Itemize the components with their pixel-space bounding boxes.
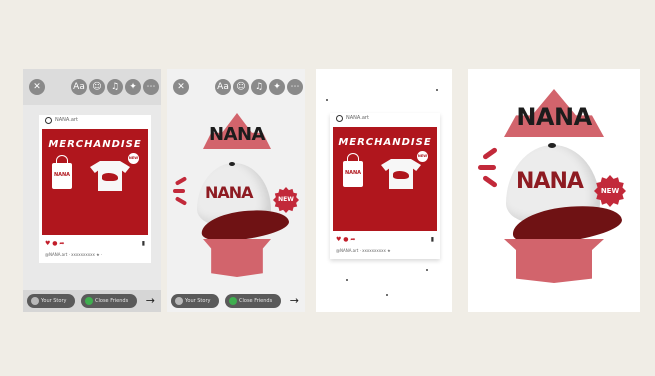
your-story-button[interactable]: Your Story <box>27 294 75 308</box>
story-editor-cap-panel: ✕ Aa ☺ ♫ ✦ ⋯ NANA NANA NEW Your Story Cl… <box>167 69 305 312</box>
more-icon[interactable]: ⋯ <box>287 79 303 95</box>
speck <box>436 89 438 91</box>
post-caption: @NANA.art · xxxxxxxxxx ★ <box>336 248 391 253</box>
post-header: NANA.art <box>39 115 151 127</box>
tshirt-image <box>90 161 130 191</box>
burst-mark <box>482 146 498 161</box>
avatar-icon <box>175 297 183 305</box>
nana-title: NANA <box>209 124 266 145</box>
burst-mark <box>173 189 185 193</box>
close-icon[interactable]: ✕ <box>29 79 45 95</box>
merch-image: MERCHANDISE NANA NEW <box>42 129 148 235</box>
more-icon[interactable]: ⋯ <box>143 79 159 95</box>
horse-print <box>102 173 118 181</box>
post-sticker[interactable]: NANA.art MERCHANDISE NANA NEW ♥ ● ➦ ▮ @N… <box>330 113 440 259</box>
music-icon[interactable]: ♫ <box>107 79 123 95</box>
effects-icon[interactable]: ✦ <box>125 79 141 95</box>
text-tool-icon[interactable]: Aa <box>215 79 231 95</box>
horse-print <box>393 171 409 179</box>
close-friends-button[interactable]: Close Friends <box>225 294 281 308</box>
burst-mark <box>482 174 498 189</box>
avatar-icon <box>31 297 39 305</box>
new-badge: NEW <box>417 151 428 162</box>
bookmark-icon[interactable]: ▮ <box>431 236 434 243</box>
burst-mark <box>478 165 496 170</box>
new-badge: NEW <box>273 187 299 213</box>
story-editor-post-panel: ✕ Aa ☺ ♫ ✦ ⋯ NANA.art MERCHANDISE NANA N… <box>23 69 161 312</box>
avatar <box>336 115 343 122</box>
your-story-label: Your Story <box>41 298 67 304</box>
speck <box>346 279 348 281</box>
post-layer-panel: NANA.art MERCHANDISE NANA NEW ♥ ● ➦ ▮ @N… <box>316 69 452 312</box>
tote-text: NANA <box>344 170 362 176</box>
merch-title: MERCHANDISE <box>338 137 432 148</box>
story-toolbar: ✕ Aa ☺ ♫ ✦ ⋯ <box>167 69 305 105</box>
merch-image: MERCHANDISE NANA NEW <box>333 127 437 231</box>
close-friends-label: Close Friends <box>239 298 273 304</box>
post-actions[interactable]: ♥ ● ➦ <box>336 236 355 243</box>
close-icon[interactable]: ✕ <box>173 79 189 95</box>
cap-button <box>229 162 235 166</box>
star-icon <box>229 297 237 305</box>
star-icon <box>85 297 93 305</box>
post-username: NANA.art <box>55 117 78 123</box>
heart-icon[interactable]: ♥ ● ➦ <box>336 236 355 243</box>
sticker-icon[interactable]: ☺ <box>233 79 249 95</box>
post-caption: @NANA.art · xxxxxxxxxx ★ · <box>45 252 103 257</box>
send-arrow-icon[interactable]: → <box>290 295 299 307</box>
music-icon[interactable]: ♫ <box>251 79 267 95</box>
close-friends-label: Close Friends <box>95 298 129 304</box>
avatar <box>45 117 52 124</box>
cap-print-text: NANA <box>516 169 584 194</box>
close-friends-button[interactable]: Close Friends <box>81 294 137 308</box>
cap-layer-panel: NANA NANA NEW <box>468 69 640 312</box>
post-sticker[interactable]: NANA.art MERCHANDISE NANA NEW ♥ ● ➦ ▮ @N… <box>39 115 151 263</box>
speck <box>426 269 428 271</box>
lower-banner <box>203 239 271 277</box>
tote-bag-image: NANA <box>52 155 72 189</box>
speck <box>386 294 388 296</box>
sticker-icon[interactable]: ☺ <box>89 79 105 95</box>
cap-print-text: NANA <box>205 183 254 202</box>
share-bar: Your Story Close Friends → <box>167 290 305 312</box>
new-badge: NEW <box>128 153 139 164</box>
send-arrow-icon[interactable]: → <box>146 295 155 307</box>
lower-banner <box>504 239 604 283</box>
effects-icon[interactable]: ✦ <box>269 79 285 95</box>
share-bar: Your Story Close Friends → <box>23 290 161 312</box>
heart-icon[interactable]: ♥ ● ➦ <box>45 240 64 247</box>
burst-mark <box>174 196 188 206</box>
merch-title: MERCHANDISE <box>48 139 142 150</box>
speck <box>326 99 328 101</box>
burst-mark <box>174 176 188 186</box>
tshirt-image <box>381 159 421 189</box>
bookmark-icon[interactable]: ▮ <box>142 240 145 247</box>
your-story-label: Your Story <box>185 298 211 304</box>
your-story-button[interactable]: Your Story <box>171 294 219 308</box>
post-username: NANA.art <box>346 115 369 121</box>
text-tool-icon[interactable]: Aa <box>71 79 87 95</box>
tote-bag-image: NANA <box>343 153 363 187</box>
cap-button <box>548 143 556 148</box>
post-actions[interactable]: ♥ ● ➦ <box>45 240 64 247</box>
story-toolbar: ✕ Aa ☺ ♫ ✦ ⋯ <box>23 69 161 105</box>
nana-title: NANA <box>516 103 592 131</box>
post-header: NANA.art <box>330 113 440 125</box>
tote-text: NANA <box>53 172 71 178</box>
